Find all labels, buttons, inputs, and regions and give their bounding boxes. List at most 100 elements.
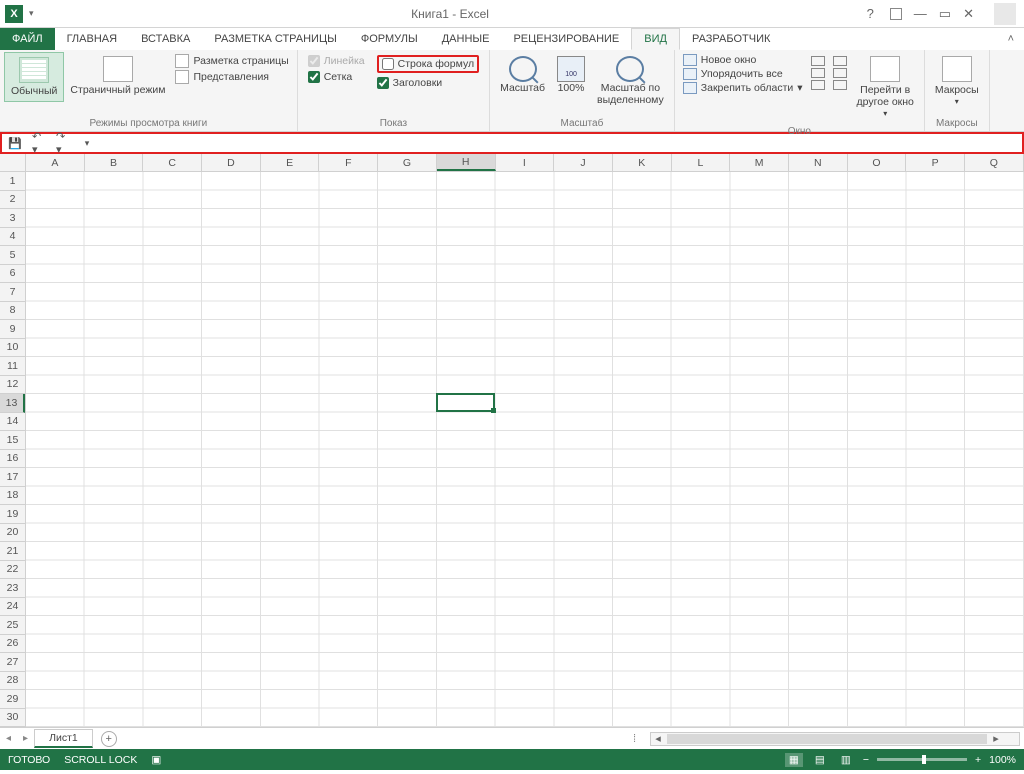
row-header-14[interactable]: 14 [0, 413, 25, 432]
row-header-9[interactable]: 9 [0, 320, 25, 339]
row-header-11[interactable]: 11 [0, 357, 25, 376]
reset-position-button[interactable] [833, 80, 847, 90]
custom-views-button[interactable]: Представления [175, 70, 288, 84]
zoom-out-button[interactable]: − [863, 754, 869, 766]
row-header-6[interactable]: 6 [0, 265, 25, 284]
column-header-A[interactable]: A [26, 154, 85, 171]
fill-handle[interactable] [491, 408, 496, 413]
view-side-by-side-button[interactable] [833, 56, 847, 66]
row-header-13[interactable]: 13 [0, 394, 25, 413]
row-header-8[interactable]: 8 [0, 302, 25, 321]
row-header-24[interactable]: 24 [0, 598, 25, 617]
restore-button[interactable]: ▭ [939, 6, 951, 22]
row-header-16[interactable]: 16 [0, 450, 25, 469]
column-header-E[interactable]: E [261, 154, 320, 171]
tab-formulas[interactable]: ФОРМУЛЫ [349, 28, 430, 50]
horizontal-scrollbar[interactable]: ◂ ▸ [650, 732, 1020, 746]
column-header-C[interactable]: C [143, 154, 202, 171]
tab-insert[interactable]: ВСТАВКА [129, 28, 202, 50]
new-window-button[interactable]: Новое окно [683, 54, 803, 66]
active-cell[interactable] [436, 393, 495, 412]
row-header-17[interactable]: 17 [0, 468, 25, 487]
zoom-slider[interactable] [877, 758, 967, 761]
minimize-button[interactable]: — [914, 6, 927, 21]
row-header-10[interactable]: 10 [0, 339, 25, 358]
column-header-O[interactable]: O [848, 154, 907, 171]
page-layout-button[interactable]: Разметка страницы [175, 54, 288, 68]
column-header-K[interactable]: K [613, 154, 672, 171]
new-sheet-button[interactable]: + [101, 731, 117, 747]
freeze-panes-button[interactable]: Закрепить области ▾ [683, 82, 803, 94]
zoom-100-button[interactable]: 100 100% [551, 52, 591, 98]
page-break-preview-button[interactable]: Страничный режим [64, 52, 171, 100]
status-page-layout-icon[interactable]: ▤ [811, 753, 829, 767]
row-header-7[interactable]: 7 [0, 283, 25, 302]
gridlines-check-input[interactable] [308, 71, 320, 83]
row-header-23[interactable]: 23 [0, 579, 25, 598]
worksheet-grid[interactable]: 1234567891011121314151617181920212223242… [0, 172, 1024, 727]
column-header-F[interactable]: F [319, 154, 378, 171]
hide-button[interactable] [811, 68, 825, 78]
unhide-button[interactable] [811, 80, 825, 90]
tab-view[interactable]: ВИД [631, 28, 680, 50]
row-header-20[interactable]: 20 [0, 524, 25, 543]
sheet-nav-next-icon[interactable]: ▸ [17, 733, 34, 744]
column-header-H[interactable]: H [437, 154, 496, 171]
sheet-tab-1[interactable]: Лист1 [34, 729, 93, 748]
row-header-22[interactable]: 22 [0, 561, 25, 580]
row-header-29[interactable]: 29 [0, 690, 25, 709]
status-normal-view-icon[interactable]: ▦ [785, 753, 803, 767]
row-header-28[interactable]: 28 [0, 672, 25, 691]
arrange-all-button[interactable]: Упорядочить все [683, 68, 803, 80]
column-header-P[interactable]: P [906, 154, 965, 171]
tab-review[interactable]: РЕЦЕНЗИРОВАНИЕ [501, 28, 631, 50]
account-avatar-icon[interactable] [994, 3, 1016, 25]
column-header-M[interactable]: M [730, 154, 789, 171]
row-header-2[interactable]: 2 [0, 191, 25, 210]
row-header-3[interactable]: 3 [0, 209, 25, 228]
row-header-25[interactable]: 25 [0, 616, 25, 635]
select-all-corner[interactable] [0, 154, 26, 171]
undo-icon[interactable]: ↶ ▾ [32, 136, 46, 150]
sync-scroll-button[interactable] [833, 68, 847, 78]
macros-button[interactable]: Макросы ▾ [929, 52, 985, 112]
row-header-4[interactable]: 4 [0, 228, 25, 247]
formula-bar-checkbox[interactable]: Строка формул [377, 55, 479, 73]
customize-qat-icon[interactable]: ▾ [80, 136, 94, 150]
headings-checkbox[interactable]: Заголовки [377, 77, 479, 89]
column-header-I[interactable]: I [496, 154, 555, 171]
column-header-Q[interactable]: Q [965, 154, 1024, 171]
zoom-to-selection-button[interactable]: Масштаб по выделенному [591, 52, 670, 110]
column-header-J[interactable]: J [554, 154, 613, 171]
formula-bar-check-input[interactable] [382, 58, 394, 70]
tab-file[interactable]: ФАЙЛ [0, 28, 55, 50]
cells-area[interactable] [26, 172, 1024, 727]
row-header-12[interactable]: 12 [0, 376, 25, 395]
status-page-break-icon[interactable]: ▥ [837, 753, 855, 767]
normal-view-button[interactable]: Обычный [4, 52, 64, 102]
zoom-slider-thumb[interactable] [922, 755, 926, 764]
tab-page-layout[interactable]: РАЗМЕТКА СТРАНИЦЫ [202, 28, 348, 50]
redo-icon[interactable]: ↷ ▾ [56, 136, 70, 150]
scroll-left-icon[interactable]: ◂ [651, 732, 665, 745]
row-header-21[interactable]: 21 [0, 542, 25, 561]
row-header-15[interactable]: 15 [0, 431, 25, 450]
column-header-N[interactable]: N [789, 154, 848, 171]
scroll-thumb[interactable] [667, 734, 987, 744]
macro-record-icon[interactable]: ▣ [151, 754, 161, 766]
row-header-5[interactable]: 5 [0, 246, 25, 265]
row-header-26[interactable]: 26 [0, 635, 25, 654]
tab-split-handle[interactable]: ⁞ [633, 733, 636, 745]
row-header-27[interactable]: 27 [0, 653, 25, 672]
row-header-1[interactable]: 1 [0, 172, 25, 191]
tab-home[interactable]: ГЛАВНАЯ [55, 28, 129, 50]
collapse-ribbon-icon[interactable]: ˄ [998, 28, 1024, 50]
zoom-in-button[interactable]: + [975, 754, 981, 766]
tab-data[interactable]: ДАННЫЕ [430, 28, 502, 50]
column-header-L[interactable]: L [672, 154, 731, 171]
help-button[interactable]: ? [867, 6, 874, 21]
zoom-level[interactable]: 100% [989, 754, 1016, 766]
column-header-B[interactable]: B [85, 154, 144, 171]
split-button[interactable] [811, 56, 825, 66]
row-header-18[interactable]: 18 [0, 487, 25, 506]
